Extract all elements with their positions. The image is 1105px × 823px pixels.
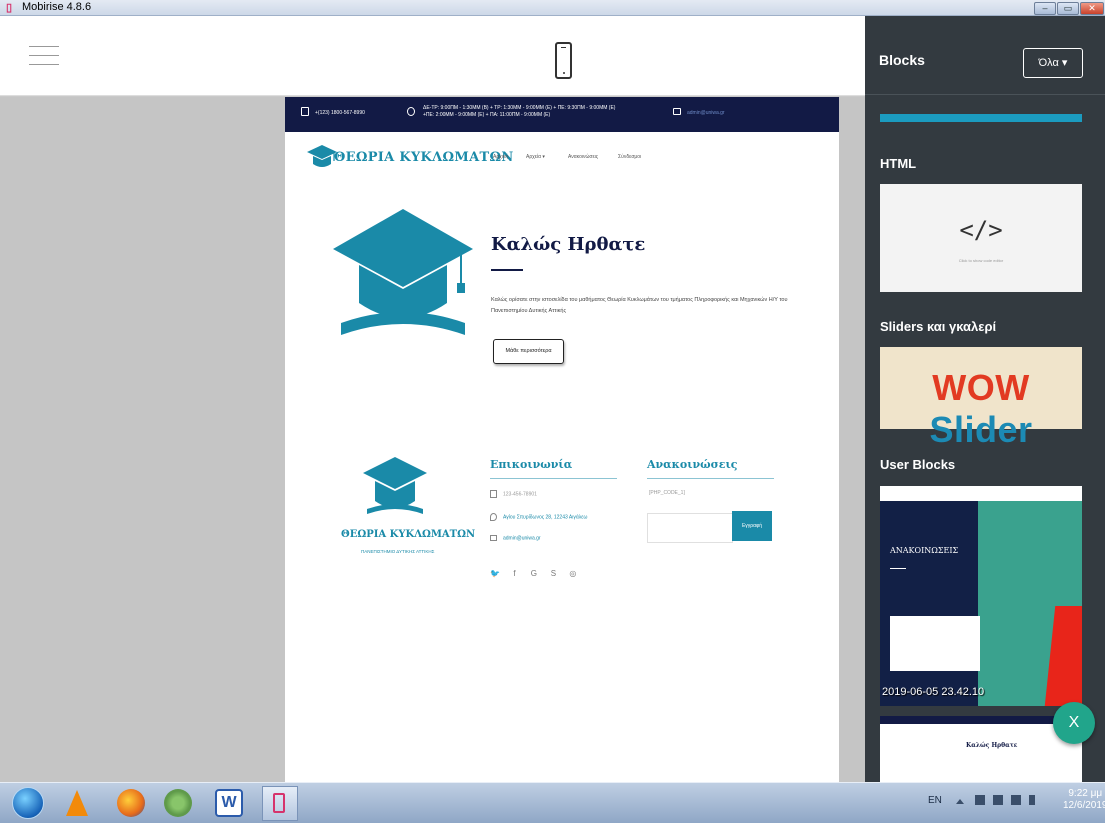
hero-text: Καλώς ορίσατε στην ιστοσελίδα του μαθήμα… [491, 297, 788, 314]
user-block-card[interactable]: ΑΝΑΚΟΙΝΩΣΕΙΣ [880, 486, 1082, 706]
contact-address-text: Αγίου Σπυρίδωνος 28, 12243 Αιγάλεω [503, 514, 588, 521]
network-icon[interactable] [1011, 795, 1021, 805]
panel-divider [865, 94, 1105, 95]
envelope-icon [673, 108, 681, 115]
wow-slider-logo: WOW Slider [880, 367, 1082, 451]
contact-phone-text: 123-456-78901 [503, 491, 537, 498]
skype-icon[interactable]: S [548, 569, 558, 579]
minimize-button[interactable]: – [1034, 2, 1056, 15]
nav-files[interactable]: Αρχεία ▾ [526, 154, 545, 160]
show-hidden-icons-icon[interactable] [956, 798, 964, 804]
slider-word: Slider [929, 409, 1033, 450]
volume-icon[interactable] [1029, 795, 1035, 805]
phone-icon [301, 107, 309, 116]
user-block2-bar [880, 716, 1082, 724]
topbar-hours-1: ΔΕ-ΤΡ: 9:00ΠΜ - 1:30ΜΜ (Β) + ΤΡ: 1:30ΜΜ … [423, 105, 616, 111]
news-php-code: [PHP_CODE_1] [649, 490, 685, 496]
clock[interactable]: 9:22 μμ 12/6/2019 [1063, 788, 1105, 812]
hero-divider [491, 269, 523, 271]
word-icon[interactable]: W [215, 789, 243, 817]
block-thumbnail-strip[interactable] [880, 114, 1082, 122]
window-title: Mobirise 4.8.6 [22, 1, 92, 13]
contact-email[interactable]: admin@uniwa.gr [490, 535, 541, 541]
user-block-nav [880, 486, 1082, 501]
panel-title: Blocks [879, 52, 925, 68]
hero-title: Καλώς Ηρθατε [491, 234, 646, 255]
code-icon: </> [959, 216, 1003, 244]
mobile-preview-icon[interactable] [555, 42, 572, 79]
html-block-card[interactable]: </> Click to show code editor [880, 184, 1082, 292]
user-block-rule [890, 568, 906, 569]
site-brand[interactable]: ΘΕΩΡΙΑ ΚΥΚΛΩΜΑΤΩΝ [334, 150, 514, 165]
windows-taskbar: W EN 9:22 μμ 12/6/2019 [0, 782, 1105, 823]
social-icons: 🐦 f G S ◎ [490, 563, 583, 581]
language-indicator[interactable]: EN [928, 795, 942, 806]
user-block-timestamp: 2019-06-05 23.42.10 [882, 686, 985, 698]
section-sliders: Sliders και γκαλερί [880, 319, 997, 334]
site-preview-page[interactable]: +(123) 1800-567-8990 ΔΕ-ΤΡ: 9:00ΠΜ - 1:3… [285, 97, 839, 782]
maximize-button[interactable]: ▭ [1057, 2, 1079, 15]
section-html: HTML [880, 156, 917, 171]
instagram-icon[interactable]: ◎ [568, 569, 578, 579]
topbar-email[interactable]: admin@uniwa.gr [687, 110, 725, 116]
blocks-panel: Blocks Όλα ▾ HTML </> Click to show code… [865, 16, 1105, 782]
envelope-icon [490, 535, 497, 541]
google-plus-icon[interactable]: G [529, 569, 539, 579]
phone-icon [490, 490, 497, 498]
nav-links[interactable]: Σύνδεσμοι [618, 154, 641, 160]
device-icon[interactable] [993, 795, 1003, 805]
twitter-icon[interactable]: 🐦 [490, 569, 500, 579]
topbar-hours-2: +ΠΕ: 2:00ΜΜ - 9:00ΜΜ (Ε) + ΠΑ: 11:00ΠΜ -… [423, 112, 551, 118]
learn-more-button[interactable]: Μάθε περισσότερα [493, 339, 564, 364]
site-topbar: +(123) 1800-567-8990 ΔΕ-ΤΡ: 9:00ΠΜ - 1:3… [285, 97, 839, 132]
clock-date: 12/6/2019 [1063, 800, 1105, 811]
clock-time: 9:22 μμ [1068, 788, 1103, 799]
mobirise-app-icon: ▯ [6, 2, 13, 14]
user-block2-title: Καλώς Ηρθατε [966, 742, 1018, 749]
flag-icon[interactable] [975, 795, 985, 805]
facebook-icon[interactable]: f [509, 569, 519, 579]
mobirise-taskbar-icon[interactable] [262, 786, 298, 821]
close-button[interactable]: ✕ [1080, 2, 1104, 15]
contact-address: Αγίου Σπυρίδωνος 28, 12243 Αιγάλεω [490, 513, 587, 521]
footer-cap-icon [363, 457, 427, 515]
html-card-hint: Click to show code editor [958, 258, 1004, 263]
topbar-phone: +(123) 1800-567-8990 [315, 110, 365, 116]
graduation-cap-icon [333, 207, 473, 347]
nav-announcements[interactable]: Ανακοινώσεις [568, 154, 598, 160]
newsletter-email-input[interactable] [647, 513, 733, 543]
wow-slider-card[interactable]: WOW Slider [880, 347, 1082, 450]
firefox-icon[interactable] [117, 789, 145, 817]
footer-brand: ΘΕΩΡΙΑ ΚΥΚΛΩΜΑΤΩΝ [341, 529, 476, 540]
contact-email-text[interactable]: admin@uniwa.gr [503, 535, 541, 541]
vlc-icon[interactable] [66, 790, 88, 816]
wow-word: WOW [932, 367, 1030, 408]
footer-subtitle: ΠΑΝΕΠΙΣΤΗΜΙΟ ΔΥΤΙΚΗΣ ΑΤΤΙΚΗΣ [361, 549, 435, 554]
news-heading: Ανακοινώσεις [647, 458, 738, 471]
window-title-bar: ▯ Mobirise 4.8.6 – ▭ ✕ [0, 0, 1105, 16]
user-block-card-2[interactable]: Καλώς Ηρθατε [880, 716, 1082, 782]
nav-home[interactable]: Αρχική [493, 154, 508, 160]
location-pin-icon [490, 513, 497, 521]
contact-phone: 123-456-78901 [490, 490, 537, 498]
brand-cap-icon [307, 145, 337, 169]
news-rule [647, 478, 774, 479]
hamburger-icon[interactable] [29, 46, 59, 66]
editor-toolbar [0, 16, 865, 96]
windows-start-icon[interactable] [12, 787, 44, 819]
clock-icon [407, 107, 415, 116]
subscribe-button[interactable]: Εγγραφή [732, 511, 772, 541]
chrome-icon[interactable] [164, 789, 192, 817]
close-panel-button[interactable]: X [1053, 702, 1095, 744]
contact-heading: Επικοινωνία [490, 458, 573, 471]
user-block-heading: ΑΝΑΚΟΙΝΩΣΕΙΣ [890, 546, 959, 555]
blocks-filter-dropdown[interactable]: Όλα ▾ [1023, 48, 1083, 78]
section-user-blocks: User Blocks [880, 457, 956, 472]
contact-rule [490, 478, 617, 479]
user-block-preview [890, 616, 980, 671]
